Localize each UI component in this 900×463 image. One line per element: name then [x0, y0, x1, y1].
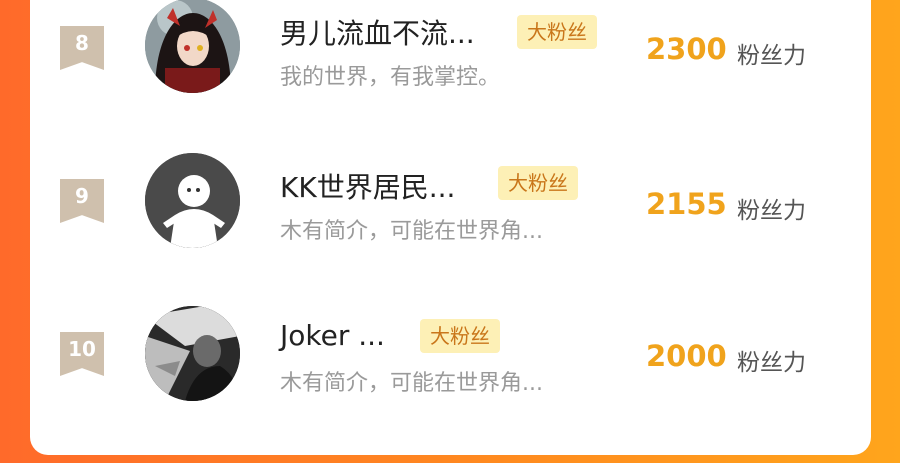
fan-power-label: 粉丝力 [737, 43, 806, 69]
ranking-row[interactable]: 9 KK世界居民... 大粉丝 木有简介，可能在世界角... 2155 粉丝力 [30, 133, 871, 253]
user-bio: 木有简介，可能在世界角... [280, 219, 543, 244]
user-bio: 木有简介，可能在世界角... [280, 371, 543, 396]
ranking-row[interactable]: 8 男儿流血不流... 大粉丝 我的世界，有我掌控。 2300 粉丝力 [30, 0, 871, 100]
user-name[interactable]: 男儿流血不流... [280, 12, 475, 52]
user-name[interactable]: Joker ... [280, 319, 385, 352]
rank-badge: 10 [60, 332, 104, 376]
rank-badge: 9 [60, 179, 104, 223]
avatar[interactable] [145, 0, 240, 93]
ranking-row[interactable]: 10 Joker ... 大粉丝 木有简介，可能在世界角... 2000 粉丝力 [30, 286, 871, 406]
fan-power-label: 粉丝力 [737, 198, 806, 224]
fan-level-badge: 大粉丝 [517, 15, 597, 49]
user-name[interactable]: KK世界居民... [280, 166, 455, 206]
avatar[interactable] [145, 153, 240, 248]
fan-level-badge: 大粉丝 [420, 319, 500, 353]
fan-power-value: 2300 [646, 32, 727, 66]
rank-badge: 8 [60, 26, 104, 70]
anime-avatar-image [145, 0, 240, 93]
fan-ranking-card: 8 男儿流血不流... 大粉丝 我的世界，有我掌控。 2300 粉丝力 9 KK… [30, 0, 871, 455]
user-bio: 我的世界，有我掌控。 [280, 65, 501, 90]
fan-power-value: 2155 [646, 187, 727, 221]
fan-power-label: 粉丝力 [737, 350, 806, 376]
default-avatar-icon [145, 153, 240, 248]
fan-power-value: 2000 [646, 339, 727, 373]
photo-avatar-image [145, 306, 240, 401]
avatar[interactable] [145, 306, 240, 401]
fan-level-badge: 大粉丝 [498, 166, 578, 200]
